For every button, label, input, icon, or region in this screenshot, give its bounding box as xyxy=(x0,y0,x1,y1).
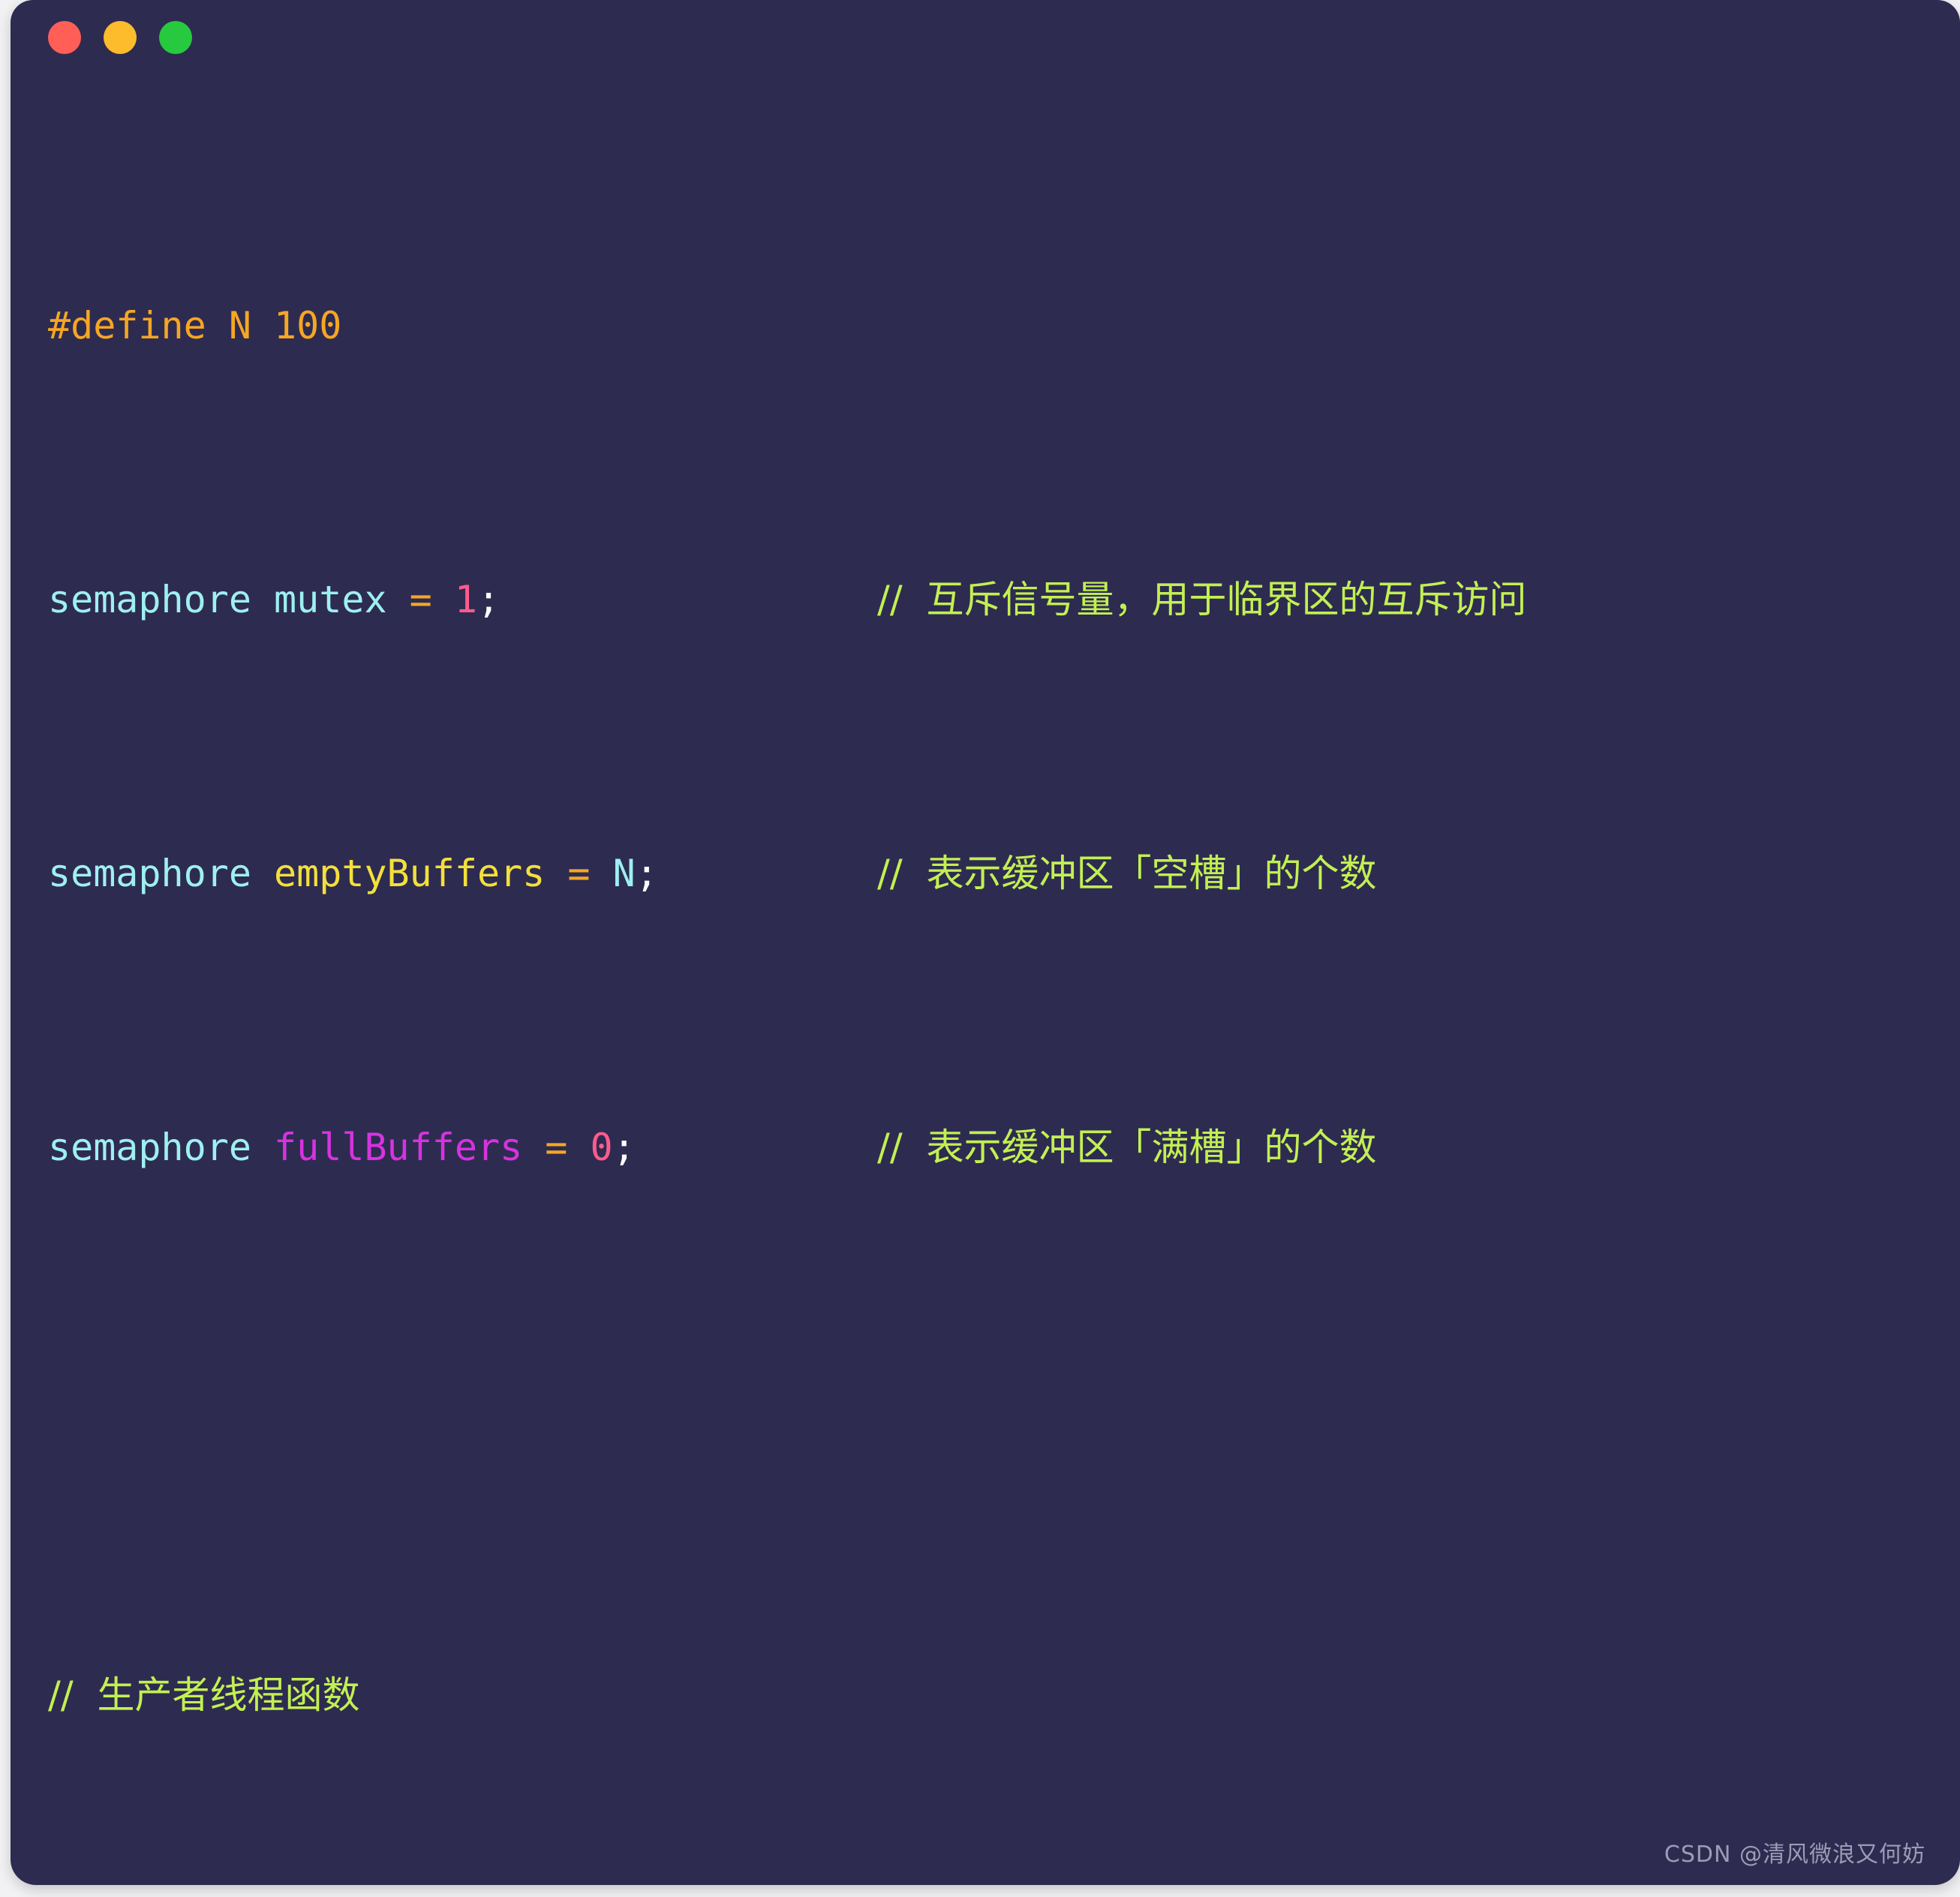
code-line: // 生产者线程函数 xyxy=(48,1668,1960,1723)
csdn-watermark: CSDN @清风微浪又何妨 xyxy=(1664,1841,1925,1868)
preprocessor-define: #define xyxy=(48,304,206,347)
minimize-button-icon[interactable] xyxy=(104,21,137,54)
token-var-fullbuffers: fullBuffers xyxy=(251,1126,546,1169)
line-comment: // 表示缓冲区「满槽」的个数 xyxy=(877,1126,1377,1169)
token-semicolon: ; xyxy=(612,1126,636,1169)
token-operator: = xyxy=(409,578,432,621)
token-number: 0 xyxy=(567,1126,613,1169)
define-value: 100 xyxy=(274,304,342,347)
code-line: semaphore mutex = 1; // 互斥信号量，用于临界区的互斥访问 xyxy=(48,573,1960,627)
token-operator: = xyxy=(567,852,591,895)
line-comment: // 互斥信号量，用于临界区的互斥访问 xyxy=(877,578,1527,621)
code-line: semaphore fullBuffers = 0; // 表示缓冲区「满槽」的个… xyxy=(48,1120,1960,1175)
code-block: #define N 100 semaphore mutex = 1; // 互斥信… xyxy=(11,80,1960,1885)
close-button-icon[interactable] xyxy=(48,21,81,54)
window-titlebar xyxy=(11,0,1960,75)
producer-section-comment: // 生产者线程函数 xyxy=(48,1673,360,1717)
code-line: semaphore emptyBuffers = N; // 表示缓冲区「空槽」的… xyxy=(48,846,1960,901)
define-name: N xyxy=(206,304,275,347)
code-line: #define N 100 xyxy=(48,299,1960,353)
token-operator: = xyxy=(545,1126,568,1169)
token-type: semaphore xyxy=(48,852,251,895)
token-var-emptybuffers: emptyBuffers xyxy=(251,852,568,895)
token-type: semaphore xyxy=(48,578,251,621)
token-number: 1 xyxy=(431,578,477,621)
token-var-mutex: mutex xyxy=(251,578,410,621)
token-semicolon: ; xyxy=(476,578,501,621)
token-type: semaphore xyxy=(48,1126,251,1169)
line-comment: // 表示缓冲区「空槽」的个数 xyxy=(877,852,1377,895)
token-identifier-n: N xyxy=(590,852,636,895)
maximize-button-icon[interactable] xyxy=(159,21,192,54)
token-semicolon: ; xyxy=(635,852,658,895)
page-root: #define N 100 semaphore mutex = 1; // 互斥信… xyxy=(0,0,1960,1897)
code-window: #define N 100 semaphore mutex = 1; // 互斥信… xyxy=(11,0,1960,1885)
